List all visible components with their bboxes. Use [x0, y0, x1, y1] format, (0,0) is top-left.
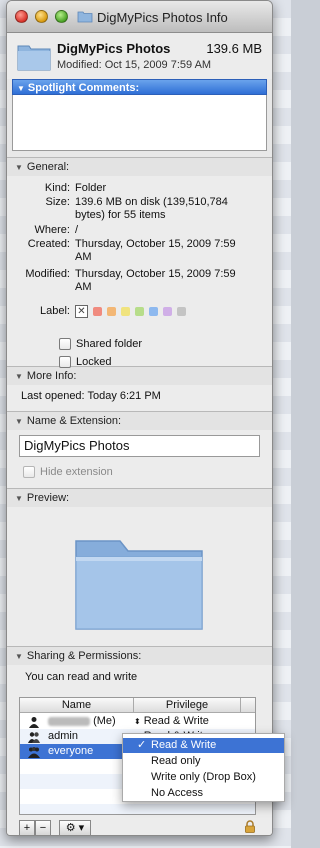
modified-date: Modified: Oct 15, 2009 7:59 AM	[57, 59, 212, 71]
created-label: Created:	[27, 238, 70, 250]
modified-label: Modified:	[25, 268, 70, 280]
title-bar[interactable]: DigMyPics Photos Info	[7, 1, 272, 33]
disclosure-triangle-icon: ▼	[15, 652, 23, 661]
size-label: Size:	[45, 196, 70, 208]
name-field[interactable]: DigMyPics Photos	[19, 435, 260, 457]
label-swatch-gray[interactable]	[177, 307, 186, 316]
general-section-header[interactable]: ▼ General:	[7, 157, 272, 176]
add-user-button[interactable]: +	[19, 820, 35, 835]
folder-icon	[77, 11, 93, 23]
menu-item-label: Read & Write	[151, 739, 217, 751]
checkbox-box[interactable]	[23, 466, 35, 478]
up-down-arrows-icon: ⬍	[134, 717, 141, 726]
disclosure-triangle-icon: ▼	[17, 84, 25, 93]
label-swatch-orange[interactable]	[107, 307, 116, 316]
spotlight-comments-header[interactable]: ▼ Spotlight Comments:	[12, 79, 267, 95]
menu-item-no-access[interactable]: No Access	[123, 786, 284, 801]
label-swatch-purple[interactable]	[163, 307, 172, 316]
hide-extension-label: Hide extension	[40, 466, 113, 478]
size-value-cont: bytes) for 55 items	[75, 209, 166, 221]
window-title: DigMyPics Photos Info	[97, 10, 228, 25]
more-info-section: Last opened: Today 6:21 PM	[7, 385, 272, 411]
last-opened: Last opened: Today 6:21 PM	[21, 390, 161, 402]
modified-value: Thursday, October 15, 2009 7:59	[75, 268, 236, 280]
created-value-cont: AM	[75, 251, 92, 263]
label-swatch-green[interactable]	[135, 307, 144, 316]
shared-folder-label: Shared folder	[76, 338, 143, 350]
checkmark-icon: ✓	[137, 739, 147, 751]
column-header-privilege[interactable]: Privilege	[134, 698, 241, 713]
close-button[interactable]	[15, 10, 28, 23]
item-name: DigMyPics Photos	[57, 41, 171, 56]
hide-extension-checkbox[interactable]: Hide extension	[23, 466, 113, 478]
user-name: admin	[48, 730, 78, 742]
privilege-dropdown-menu: ✓ Read & Write Read only Write only (Drop…	[122, 733, 285, 802]
section-title: Sharing & Permissions:	[26, 650, 142, 662]
permission-summary: You can read and write	[25, 671, 138, 683]
menu-item-read-only[interactable]: Read only	[123, 754, 284, 769]
me-suffix: (Me)	[93, 715, 116, 727]
no-label-button[interactable]: ✕	[75, 305, 88, 318]
action-menu-button[interactable]: ⚙ ▾	[59, 820, 91, 835]
label-swatch-red[interactable]	[93, 307, 102, 316]
where-value: /	[75, 224, 79, 236]
privilege-value: Read & Write	[143, 715, 209, 727]
label-swatch-yellow[interactable]	[121, 307, 130, 316]
section-title: General:	[26, 161, 70, 173]
more-info-section-header[interactable]: ▼ More Info:	[7, 366, 272, 385]
disclosure-triangle-icon: ▼	[15, 372, 23, 381]
size-value: 139.6 MB on disk (139,510,784	[75, 196, 228, 208]
checkbox-box[interactable]	[59, 356, 71, 368]
where-label: Where:	[34, 224, 70, 236]
empty-row	[20, 804, 255, 814]
disclosure-triangle-icon: ▼	[15, 163, 23, 172]
label-label: Label:	[40, 305, 70, 317]
item-size: 139.6 MB	[206, 41, 262, 56]
folder-icon	[17, 45, 51, 71]
folder-preview-icon	[75, 540, 203, 630]
locked-checkbox[interactable]: Locked	[59, 356, 111, 368]
everyone-icon	[28, 747, 40, 758]
column-header-name[interactable]: Name	[20, 698, 134, 713]
group-icon	[28, 732, 40, 743]
privilege-popup[interactable]: ⬍Read & Write	[134, 714, 209, 729]
zoom-button[interactable]	[55, 10, 68, 23]
general-section: Kind: Folder Size: 139.6 MB on disk (139…	[7, 176, 272, 368]
column-header-spacer	[241, 698, 255, 713]
kind-label: Kind:	[44, 182, 70, 194]
name-extension-section: DigMyPics Photos Hide extension	[7, 430, 272, 488]
menu-item-read-write[interactable]: ✓ Read & Write	[123, 738, 284, 753]
menu-item-write-only[interactable]: Write only (Drop Box)	[123, 770, 284, 785]
section-title: Preview:	[26, 492, 70, 504]
spotlight-label: Spotlight Comments:	[27, 82, 140, 94]
sharing-section-header[interactable]: ▼ Sharing & Permissions:	[7, 646, 272, 665]
user-name: (Me)	[48, 714, 116, 729]
checkbox-box[interactable]	[59, 338, 71, 350]
user-name: everyone	[48, 745, 94, 757]
spotlight-comments-field[interactable]	[12, 95, 267, 151]
kind-value: Folder	[75, 182, 107, 194]
info-window: DigMyPics Photos Info DigMyPics Photos 1…	[6, 0, 273, 836]
lock-icon[interactable]	[244, 820, 256, 833]
preview-section-header[interactable]: ▼ Preview:	[7, 488, 272, 507]
shared-folder-checkbox[interactable]: Shared folder	[59, 338, 142, 350]
disclosure-triangle-icon: ▼	[15, 417, 23, 426]
created-value: Thursday, October 15, 2009 7:59	[75, 238, 236, 250]
section-title: Name & Extension:	[26, 415, 122, 427]
modified-value-cont: AM	[75, 281, 92, 293]
table-row[interactable]: (Me) ⬍ Read & Write	[20, 714, 255, 729]
label-color-chooser: ✕	[75, 305, 186, 318]
section-title: More Info:	[26, 370, 77, 382]
redacted-name	[48, 716, 90, 726]
info-header: DigMyPics Photos 139.6 MB Modified: Oct …	[7, 33, 272, 79]
user-icon	[29, 717, 39, 728]
minimize-button[interactable]	[35, 10, 48, 23]
preview-section	[7, 507, 272, 646]
label-swatch-blue[interactable]	[149, 307, 158, 316]
remove-user-button[interactable]: −	[35, 820, 51, 835]
name-extension-section-header[interactable]: ▼ Name & Extension:	[7, 411, 272, 430]
locked-label: Locked	[76, 356, 112, 368]
disclosure-triangle-icon: ▼	[15, 494, 23, 503]
